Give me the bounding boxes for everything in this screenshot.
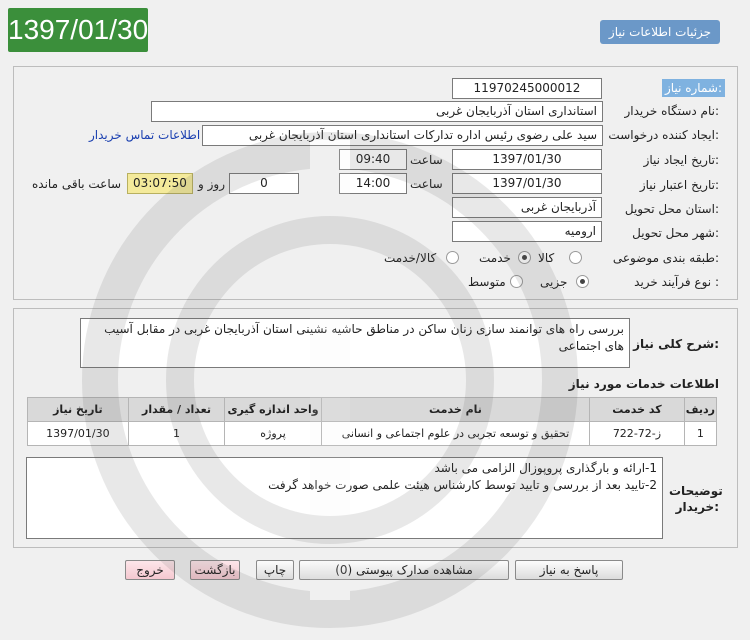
col-unit: واحد اندازه گیری — [224, 397, 322, 422]
delivery-city-field: ارومیه — [452, 221, 602, 242]
created-date-field: 1397/01/30 — [452, 149, 602, 170]
category-option-goods-radio[interactable] — [569, 251, 582, 264]
page-header: 1397/01/30 جزئیات اطلاعات نیاز — [0, 0, 750, 62]
created-time-field: 09:40 — [339, 149, 407, 170]
exit-button[interactable]: خروج — [125, 560, 175, 580]
reply-to-need-button[interactable]: پاسخ به نیاز — [515, 560, 623, 580]
buyer-note-line: 1-ارائه و بارگذاری پروپوزال الزامی می با… — [434, 461, 657, 475]
buyer-notes-area: 1-ارائه و بارگذاری پروپوزال الزامی می با… — [26, 457, 663, 539]
cell-service-code: ز-72-722 — [589, 421, 685, 446]
need-number-label: شماره نیاز: — [662, 79, 726, 97]
buyer-note-line: 2-تایید بعد از بررسی و تایید توسط کارشنا… — [268, 478, 657, 492]
process-option-minor-radio[interactable] — [576, 275, 589, 288]
delivery-city-label: شهر محل تحویل: — [632, 226, 719, 240]
cell-need-date: 1397/01/30 — [27, 421, 129, 446]
services-table-header: ردیف کد خدمت نام خدمت واحد اندازه گیری ت… — [27, 397, 718, 422]
print-button[interactable]: چاپ — [256, 560, 294, 580]
table-row: 1 ز-72-722 تحقیق و توسعه تجربی در علوم ا… — [27, 421, 718, 446]
process-option-minor-label: جزیی — [540, 275, 568, 289]
cell-service-name: تحقیق و توسعه تجربی در علوم اجتماعی و ان… — [320, 421, 591, 446]
buyer-org-field: استانداری استان آذربایجان غربی — [151, 101, 603, 122]
col-row-number: ردیف — [683, 397, 718, 422]
summary-label: شرح کلی نیاز: — [633, 337, 719, 351]
category-option-goods-label: کالا — [538, 251, 555, 265]
buyer-contact-link[interactable]: اطلاعات تماس خریدار — [89, 128, 200, 142]
remaining-time-counter: 03:07:50 — [127, 173, 193, 194]
summary-text-area: بررسی راه های توانمند سازی زنان ساکن در … — [80, 318, 630, 368]
need-details-panel: شرح کلی نیاز: بررسی راه های توانمند سازی… — [13, 308, 738, 548]
process-option-medium-label: متوسط — [468, 275, 506, 289]
col-service-name: نام خدمت — [320, 397, 591, 422]
services-section-title: اطلاعات خدمات مورد نیاز — [568, 377, 719, 391]
col-need-date: تاریخ نیاز — [27, 397, 129, 422]
services-table: ردیف کد خدمت نام خدمت واحد اندازه گیری ت… — [27, 397, 718, 446]
cell-unit: پروژه — [224, 421, 322, 446]
validity-date-label: تاریخ اعتبار نیاز: — [639, 178, 719, 192]
validity-time-label: ساعت — [410, 177, 443, 191]
tab-need-details[interactable]: جزئیات اطلاعات نیاز — [600, 20, 720, 44]
requester-field: سید علی رضوی رئیس اداره تدارکات استاندار… — [202, 125, 603, 146]
created-date-label: تاریخ ایجاد نیاز: — [643, 153, 719, 167]
validity-time-field: 14:00 — [339, 173, 407, 194]
delivery-province-label: استان محل تحویل: — [624, 202, 719, 216]
created-time-label: ساعت — [410, 153, 443, 167]
col-quantity: تعداد / مقدار — [127, 397, 226, 422]
category-option-service-label: خدمت — [479, 251, 511, 265]
remaining-days-field: 0 — [229, 173, 299, 194]
cell-quantity: 1 — [127, 421, 226, 446]
validity-date-field: 1397/01/30 — [452, 173, 602, 194]
days-label: روز و — [198, 177, 225, 191]
need-info-panel: شماره نیاز: 1197024500001​2 نام دستگاه خ… — [13, 66, 738, 300]
view-attachments-button[interactable]: مشاهده مدارک پیوستی (0) — [299, 560, 509, 580]
remaining-time-label: ساعت باقی مانده — [32, 177, 122, 191]
buyer-notes-label: توضیحات خریدار: — [669, 484, 723, 514]
category-option-service-radio[interactable] — [518, 251, 531, 264]
delivery-province-field: آذربایجان غربی — [452, 197, 602, 218]
category-option-both-label: کالا/خدمت — [384, 251, 437, 265]
cell-row-number: 1 — [683, 421, 718, 446]
category-option-both-radio[interactable] — [446, 251, 459, 264]
buyer-org-label: نام دستگاه خریدار: — [624, 104, 720, 118]
back-button[interactable]: بازگشت — [190, 560, 240, 580]
category-label: طبقه بندی موضوعی: — [612, 251, 719, 265]
need-number-field: 1197024500001​2 — [452, 78, 602, 99]
process-option-medium-radio[interactable] — [510, 275, 523, 288]
col-service-code: کد خدمت — [589, 397, 685, 422]
header-date: 1397/01/30 — [8, 8, 148, 52]
process-type-label: نوع فرآیند خرید : — [634, 275, 719, 289]
requester-label: ایجاد کننده درخواست: — [608, 128, 719, 142]
